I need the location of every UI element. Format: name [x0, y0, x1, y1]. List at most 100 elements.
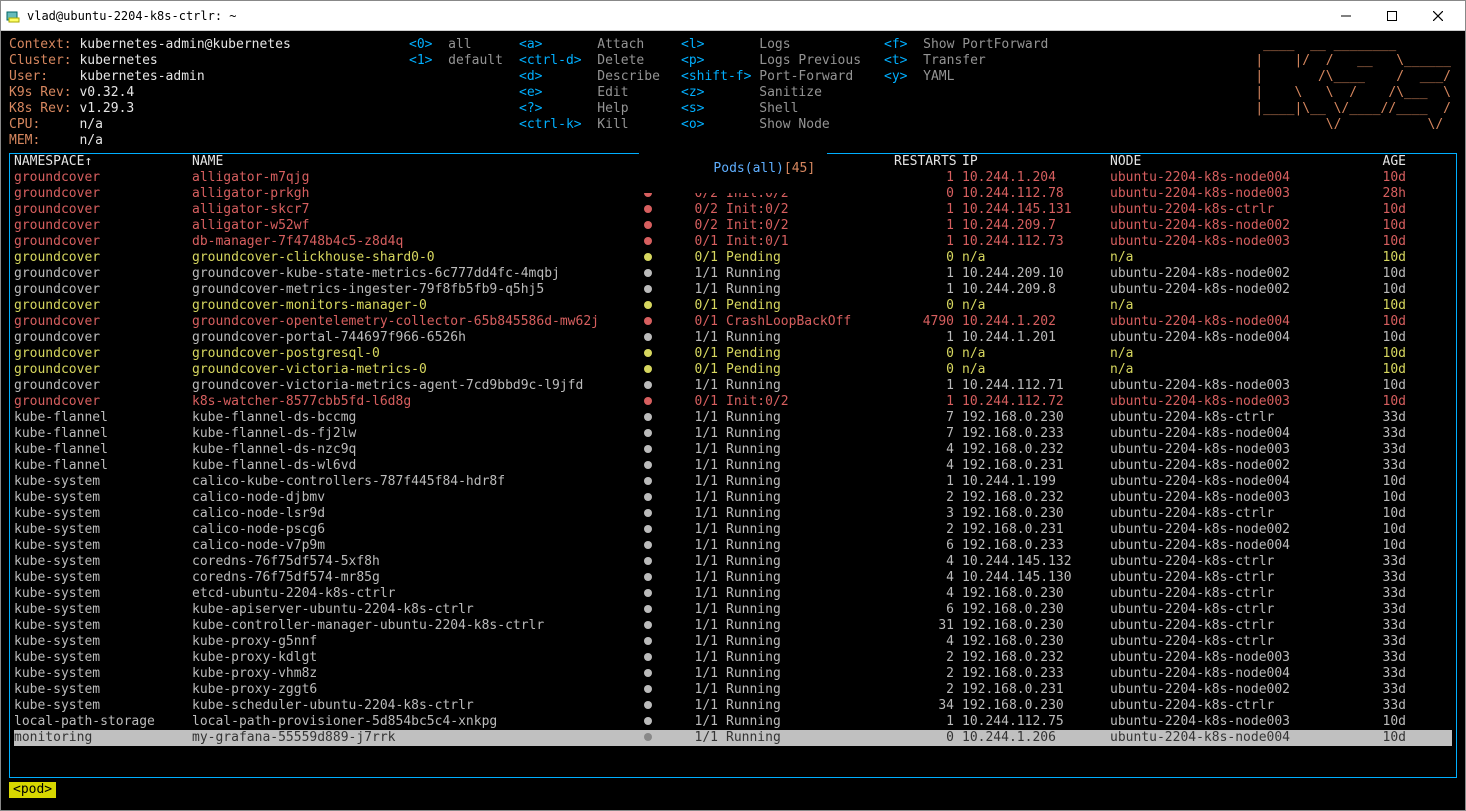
table-row[interactable]: kube-systemkube-scheduler-ubuntu-2204-k8…: [14, 698, 1452, 714]
cell: 1/1: [666, 698, 726, 714]
titlebar[interactable]: vlad@ubuntu-2204-k8s-ctrlr: ~: [1, 1, 1465, 31]
cell: 1/1: [666, 410, 726, 426]
minimize-button[interactable]: [1323, 2, 1369, 30]
pf-indicator: [642, 458, 666, 474]
col-header[interactable]: NAMESPACE↑: [14, 154, 192, 170]
table-row[interactable]: kube-flannelkube-flannel-ds-bccmg1/1Runn…: [14, 410, 1452, 426]
status-dot-icon: [644, 701, 652, 709]
table-row[interactable]: groundcovergroundcover-victoria-metrics-…: [14, 362, 1452, 378]
table-row[interactable]: groundcovergroundcover-metrics-ingester-…: [14, 282, 1452, 298]
status-dot-icon: [644, 397, 652, 405]
cell: 0/1: [666, 362, 726, 378]
col-header[interactable]: RESTARTS: [894, 154, 962, 170]
table-row[interactable]: groundcovergroundcover-clickhouse-shard0…: [14, 250, 1452, 266]
cell: 1/1: [666, 602, 726, 618]
cell: ubuntu-2204-k8s-node002: [1110, 282, 1354, 298]
table-row[interactable]: kube-flannelkube-flannel-ds-wl6vd1/1Runn…: [14, 458, 1452, 474]
cell: 10d: [1354, 730, 1414, 746]
info-label: Context:: [9, 37, 79, 52]
status-dot-icon: [644, 461, 652, 469]
table-row[interactable]: kube-systemkube-apiserver-ubuntu-2204-k8…: [14, 602, 1452, 618]
cell: kube-system: [14, 602, 192, 618]
cell: kube-proxy-vhm8z: [192, 666, 642, 682]
table-row[interactable]: kube-systemcoredns-76f75df574-5xf8h1/1Ru…: [14, 554, 1452, 570]
cell: 1: [894, 474, 962, 490]
col-header[interactable]: NODE: [1110, 154, 1354, 170]
cell: ubuntu-2204-k8s-node003: [1110, 490, 1354, 506]
cell: coredns-76f75df574-mr85g: [192, 570, 642, 586]
shortcut-action: Describe: [597, 69, 660, 84]
table-row[interactable]: kube-systemetcd-ubuntu-2204-k8s-ctrlr1/1…: [14, 586, 1452, 602]
table-row[interactable]: kube-flannelkube-flannel-ds-nzc9q1/1Runn…: [14, 442, 1452, 458]
cell: 28h: [1354, 186, 1414, 202]
table-row[interactable]: groundcoveralligator-skcr70/2Init:0/2110…: [14, 202, 1452, 218]
cell: Init:0/2: [726, 218, 894, 234]
info-label: Cluster:: [9, 53, 79, 68]
table-row[interactable]: groundcovergroundcover-monitors-manager-…: [14, 298, 1452, 314]
table-row[interactable]: kube-systemkube-proxy-zggt61/1Running219…: [14, 682, 1452, 698]
cell: 192.168.0.230: [962, 698, 1110, 714]
table-row[interactable]: kube-systemcalico-node-pscg61/1Running21…: [14, 522, 1452, 538]
cell: groundcover: [14, 298, 192, 314]
cell: 10.244.209.10: [962, 266, 1110, 282]
shortcut-action: all: [448, 37, 471, 52]
cell: 10d: [1354, 314, 1414, 330]
table-row[interactable]: kube-systemcalico-node-lsr9d1/1Running31…: [14, 506, 1452, 522]
table-row[interactable]: monitoringmy-grafana-55559d889-j7rrk1/1R…: [14, 730, 1452, 746]
close-button[interactable]: [1415, 2, 1461, 30]
table-row[interactable]: kube-flannelkube-flannel-ds-fj2lw1/1Runn…: [14, 426, 1452, 442]
col-header[interactable]: NAME: [192, 154, 642, 170]
cell: ubuntu-2204-k8s-node002: [1110, 522, 1354, 538]
table-row[interactable]: groundcoverdb-manager-7f4748b4c5-z8d4q0/…: [14, 234, 1452, 250]
cell: 1: [894, 234, 962, 250]
shortcut-key: <f>: [884, 37, 923, 52]
table-row[interactable]: kube-systemkube-controller-manager-ubunt…: [14, 618, 1452, 634]
status-dot-icon: [644, 253, 652, 261]
col-header[interactable]: IP: [962, 154, 1110, 170]
pf-indicator: [642, 602, 666, 618]
table-row[interactable]: kube-systemcalico-node-v7p9m1/1Running61…: [14, 538, 1452, 554]
cell: 1: [894, 266, 962, 282]
cell: ubuntu-2204-k8s-node004: [1110, 666, 1354, 682]
cell: Running: [726, 554, 894, 570]
table-row[interactable]: kube-systemcoredns-76f75df574-mr85g1/1Ru…: [14, 570, 1452, 586]
table-row[interactable]: local-path-storagelocal-path-provisioner…: [14, 714, 1452, 730]
cell: 1/1: [666, 634, 726, 650]
cell: ubuntu-2204-k8s-node002: [1110, 218, 1354, 234]
cell: 10d: [1354, 378, 1414, 394]
col-header[interactable]: AGE: [1354, 154, 1414, 170]
cell: 1/1: [666, 538, 726, 554]
table-row[interactable]: groundcovergroundcover-postgresql-00/1Pe…: [14, 346, 1452, 362]
cell: kube-proxy-zggt6: [192, 682, 642, 698]
pf-indicator: [642, 298, 666, 314]
cell: 192.168.0.233: [962, 538, 1110, 554]
info-value: kubernetes-admin: [79, 69, 204, 84]
shortcut-action: Logs: [759, 37, 790, 52]
terminal[interactable]: ____ __ ________ | |/ / __ \______ | /\_…: [1, 31, 1465, 810]
cell: monitoring: [14, 730, 192, 746]
cell: 10d: [1354, 714, 1414, 730]
cell: 1: [894, 714, 962, 730]
cell: 10d: [1354, 330, 1414, 346]
table-row[interactable]: groundcovergroundcover-kube-state-metric…: [14, 266, 1452, 282]
table-row[interactable]: groundcovergroundcover-portal-744697f966…: [14, 330, 1452, 346]
table-row[interactable]: kube-systemcalico-kube-controllers-787f4…: [14, 474, 1452, 490]
cell: 10.244.1.206: [962, 730, 1110, 746]
cell: groundcover: [14, 314, 192, 330]
table-row[interactable]: groundcoverk8s-watcher-8577cbb5fd-l6d8g0…: [14, 394, 1452, 410]
table-row[interactable]: groundcoveralligator-w52wf0/2Init:0/2110…: [14, 218, 1452, 234]
table-row[interactable]: kube-systemkube-proxy-kdlgt1/1Running219…: [14, 650, 1452, 666]
table-row[interactable]: kube-systemcalico-node-djbmv1/1Running21…: [14, 490, 1452, 506]
cell: Init:0/2: [726, 394, 894, 410]
table-row[interactable]: kube-systemkube-proxy-g5nnf1/1Running419…: [14, 634, 1452, 650]
shortcut-key: <t>: [884, 53, 923, 68]
cell: ubuntu-2204-k8s-ctrlr: [1110, 506, 1354, 522]
maximize-button[interactable]: [1369, 2, 1415, 30]
cell: alligator-m7qjg: [192, 170, 642, 186]
pods-frame: Pods(all)[45] NAMESPACE↑NAMEPFREADYSTATU…: [9, 153, 1457, 778]
table-row[interactable]: groundcovergroundcover-opentelemetry-col…: [14, 314, 1452, 330]
table-row[interactable]: kube-systemkube-proxy-vhm8z1/1Running219…: [14, 666, 1452, 682]
cell: ubuntu-2204-k8s-node003: [1110, 378, 1354, 394]
cell: 1/1: [666, 426, 726, 442]
table-row[interactable]: groundcovergroundcover-victoria-metrics-…: [14, 378, 1452, 394]
